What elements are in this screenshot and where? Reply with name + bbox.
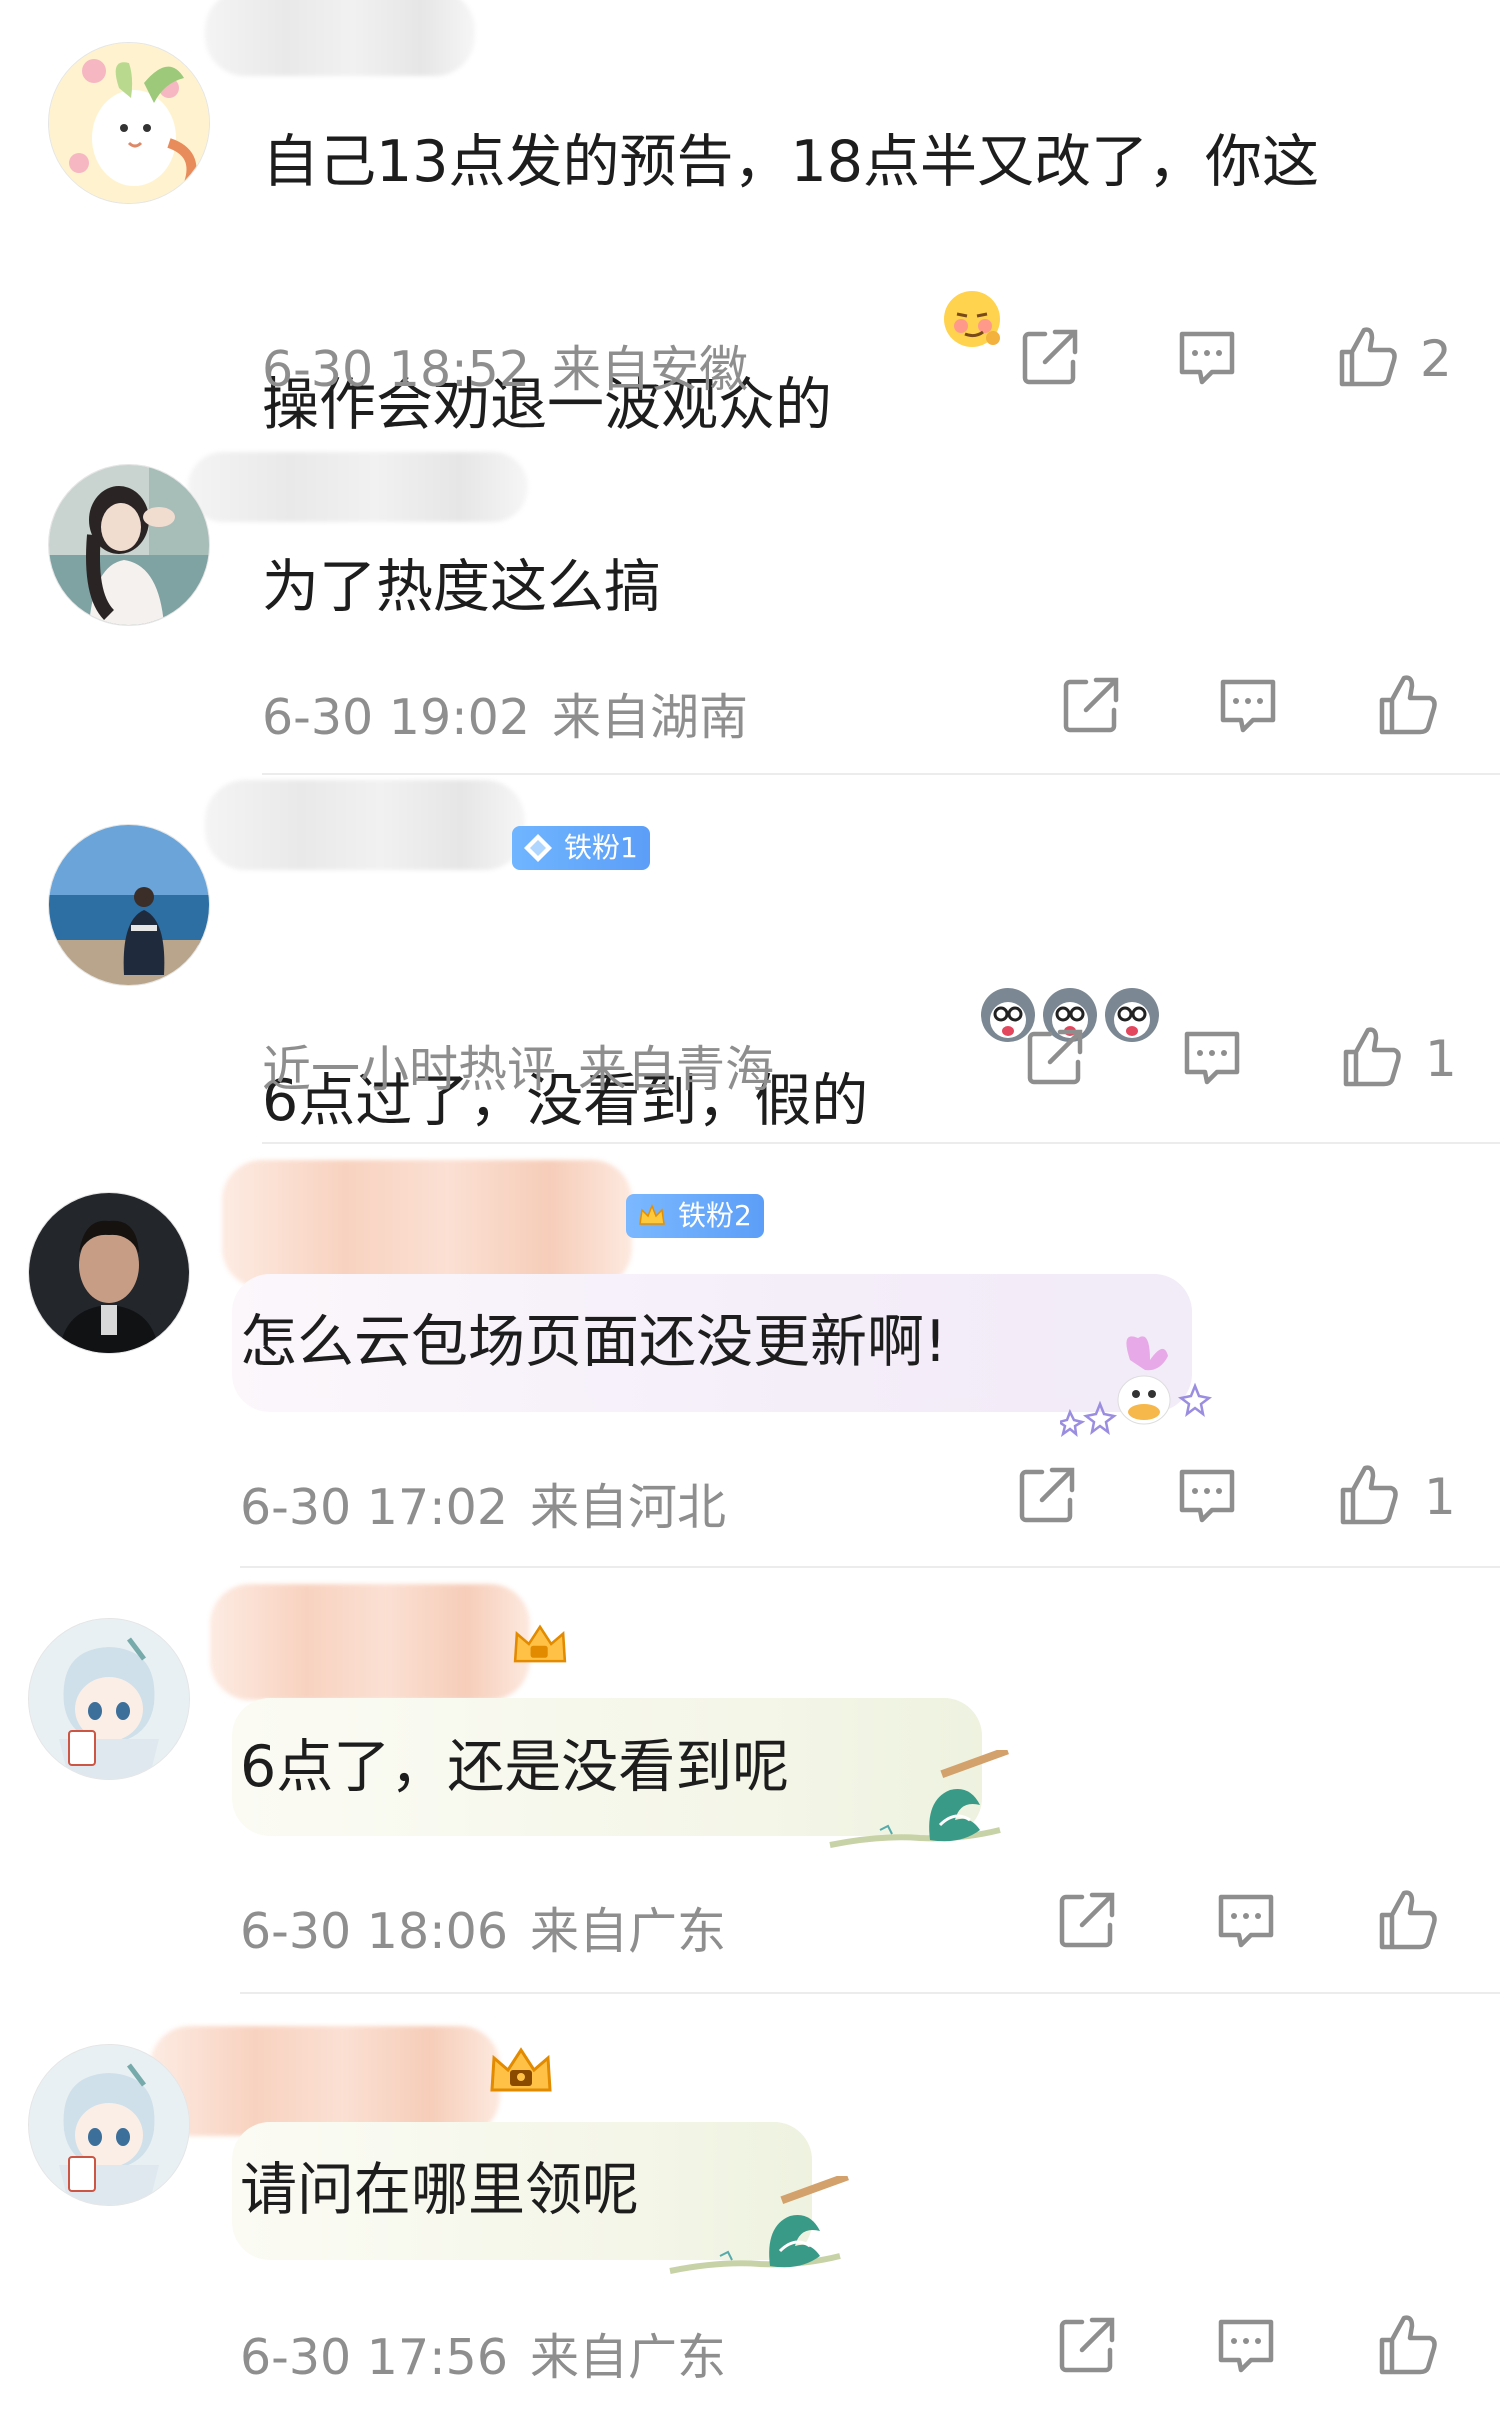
comment-text: 请问在哪里领呢 — [240, 2157, 639, 2223]
comment-icon — [1184, 1031, 1240, 1085]
like-button[interactable] — [1332, 322, 1402, 392]
comment-time: 近一小时热评 — [262, 1041, 557, 1098]
comment-location: 来自青海 — [578, 1041, 775, 1098]
comment-time: 6-30 17:56 — [240, 2329, 508, 2386]
photo-avatar-icon — [29, 1193, 189, 1353]
share-button[interactable] — [1056, 670, 1126, 740]
like-count: 2 — [1420, 330, 1452, 388]
like-button[interactable] — [1372, 670, 1442, 740]
like-button[interactable] — [1336, 1022, 1406, 1092]
share-button[interactable] — [1020, 1022, 1090, 1092]
like-count: 1 — [1424, 1468, 1456, 1526]
smirk-emoji-icon — [832, 204, 1003, 457]
comment-icon — [1179, 1469, 1235, 1523]
thumbs-up-icon — [1379, 2315, 1437, 2375]
crown-badge-icon — [510, 1618, 580, 1678]
badge-label: 铁粉2 — [678, 1199, 752, 1232]
comment-meta: 6-30 17:02 来自河北 — [240, 1468, 726, 1539]
share-icon — [1019, 1467, 1075, 1523]
reply-button[interactable] — [1177, 1022, 1247, 1092]
comment-meta: 6-30 18:52 来自安徽 — [262, 330, 748, 401]
comment-meta: 6-30 19:02 来自湖南 — [262, 678, 748, 749]
username-blurred[interactable] — [205, 780, 525, 870]
daisy-duck-sticker — [1055, 1330, 1220, 1440]
username-blurred[interactable] — [210, 1584, 530, 1700]
thumbs-up-icon — [1339, 327, 1397, 387]
comment-text: 为了热度这么搞 — [262, 554, 661, 620]
share-button[interactable] — [1012, 1460, 1082, 1530]
comment-text: 怎么云包场页面还没更新啊! — [240, 1309, 947, 1375]
avatar[interactable] — [28, 1618, 190, 1780]
fan-badge[interactable]: 铁粉1 — [512, 826, 650, 870]
comment-icon — [1218, 1894, 1274, 1948]
avatar[interactable] — [48, 42, 210, 204]
crown-icon — [639, 1203, 665, 1225]
husky-emoji-icon — [868, 900, 1163, 1153]
reply-button[interactable] — [1172, 1460, 1242, 1530]
avatar[interactable] — [48, 824, 210, 986]
share-icon — [1059, 2317, 1115, 2373]
avatar[interactable] — [48, 464, 210, 626]
reply-button[interactable] — [1211, 1885, 1281, 1955]
avatar[interactable] — [28, 2044, 190, 2206]
share-icon — [1059, 1892, 1115, 1948]
share-icon — [1027, 1029, 1083, 1085]
comment-text: 自己13点发的预告，18点半又改了，你这 操作会劝退一波观众的 — [262, 120, 1442, 457]
comment-location: 来自广东 — [530, 1903, 727, 1960]
fan-badge[interactable]: 铁粉2 — [626, 1194, 764, 1238]
comment-time: 6-30 18:06 — [240, 1903, 508, 1960]
username-blurred[interactable] — [188, 452, 528, 522]
share-button[interactable] — [1052, 1885, 1122, 1955]
divider — [262, 1142, 1500, 1144]
like-button[interactable] — [1333, 1460, 1403, 1530]
divider — [262, 773, 1500, 775]
divider — [240, 1566, 1500, 1568]
reply-button[interactable] — [1213, 670, 1283, 740]
comment-location: 来自广东 — [530, 2329, 727, 2386]
photo-avatar-icon — [49, 825, 209, 985]
reply-button[interactable] — [1172, 322, 1242, 392]
comment-location: 来自湖南 — [552, 689, 749, 746]
like-button[interactable] — [1372, 2310, 1442, 2380]
thumbs-up-icon — [1379, 1890, 1437, 1950]
comment-icon — [1220, 679, 1276, 733]
diamond-icon — [524, 834, 552, 862]
wave-scroll-sticker — [660, 2172, 850, 2286]
thumbs-up-icon — [1379, 675, 1437, 735]
thumbs-up-icon — [1340, 1465, 1398, 1525]
anime-avatar-icon — [29, 2045, 189, 2205]
share-icon — [1063, 677, 1119, 733]
bunny-avatar-icon — [49, 43, 209, 203]
username-blurred[interactable] — [150, 2026, 500, 2136]
username-blurred[interactable] — [222, 1160, 632, 1288]
wave-scroll-sticker — [820, 1746, 1010, 1860]
comment-icon — [1179, 331, 1235, 385]
share-button[interactable] — [1015, 322, 1085, 392]
crown-badge-icon — [486, 2040, 556, 2100]
comment-time: 6-30 18:52 — [262, 341, 530, 398]
comment-location: 来自安徽 — [552, 341, 749, 398]
share-button[interactable] — [1052, 2310, 1122, 2380]
username-blurred[interactable] — [205, 0, 475, 76]
divider — [240, 1992, 1500, 1994]
comment-time: 6-30 19:02 — [262, 689, 530, 746]
badge-label: 铁粉1 — [564, 831, 638, 864]
comment-meta: 近一小时热评 来自青海 — [262, 1030, 774, 1101]
thumbs-up-icon — [1343, 1027, 1401, 1087]
comment-meta: 6-30 17:56 来自广东 — [240, 2318, 726, 2389]
comment-location: 来自河北 — [530, 1479, 727, 1536]
anime-avatar-icon — [29, 1619, 189, 1779]
comment-time: 6-30 17:02 — [240, 1479, 508, 1536]
comment-text: 6点了，还是没看到呢 — [240, 1734, 790, 1800]
share-icon — [1022, 329, 1078, 385]
like-count: 1 — [1425, 1030, 1457, 1088]
comment-meta: 6-30 18:06 来自广东 — [240, 1892, 726, 1963]
reply-button[interactable] — [1211, 2310, 1281, 2380]
avatar[interactable] — [28, 1192, 190, 1354]
photo-avatar-icon — [49, 465, 209, 625]
comment-icon — [1218, 2319, 1274, 2373]
like-button[interactable] — [1372, 1885, 1442, 1955]
